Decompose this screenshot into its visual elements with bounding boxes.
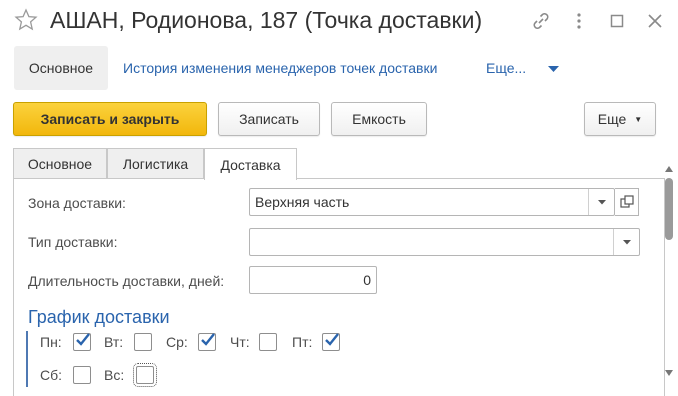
section-nav: Основное История изменения менеджеров то… <box>0 46 678 90</box>
day-label-sat: Сб: <box>40 367 63 383</box>
zone-field[interactable]: Верхняя часть <box>249 188 615 216</box>
more-button[interactable]: Еще ▼ <box>584 102 656 136</box>
day-label-wed: Ср: <box>166 334 188 350</box>
checkbox-sun[interactable] <box>133 363 157 387</box>
tab-logistics[interactable]: Логистика <box>107 148 204 179</box>
history-link[interactable]: История изменения менеджеров точек доста… <box>123 60 437 76</box>
type-dropdown-icon[interactable] <box>613 229 639 255</box>
favorite-star-icon[interactable] <box>14 8 38 32</box>
scrollbar-thumb[interactable] <box>665 178 673 240</box>
more-button-label: Еще <box>597 111 627 127</box>
day-label-sun: Вс: <box>104 367 125 383</box>
schedule-group-bar <box>26 331 28 387</box>
vertical-scrollbar[interactable] <box>662 166 676 396</box>
open-icon[interactable] <box>615 188 639 216</box>
checkbox-thu[interactable] <box>259 333 277 351</box>
duration-value: 0 <box>363 272 371 288</box>
window-title: АШАН, Родионова, 187 (Точка доставки) <box>50 7 483 33</box>
duration-label: Длительность доставки, дней: <box>28 273 225 289</box>
caret-down-icon[interactable] <box>548 66 559 73</box>
day-label-mon: Пн: <box>40 334 62 350</box>
title-bar: АШАН, Родионова, 187 (Точка доставки) <box>0 0 678 44</box>
command-bar: Записать и закрыть Записать Емкость Еще … <box>0 102 678 138</box>
close-icon[interactable] <box>644 10 666 32</box>
duration-field[interactable]: 0 <box>249 266 377 294</box>
nav-main[interactable]: Основное <box>14 46 108 90</box>
zone-dropdown-icon[interactable] <box>588 189 614 215</box>
type-field[interactable] <box>249 228 640 256</box>
checkbox-sat[interactable] <box>73 366 91 384</box>
checkbox-tue[interactable] <box>134 333 152 351</box>
caret-down-icon: ▼ <box>634 114 643 124</box>
schedule-title: График доставки <box>28 307 170 327</box>
scroll-up-icon[interactable] <box>665 166 673 172</box>
type-label: Тип доставки: <box>28 234 118 250</box>
day-label-thu: Чт: <box>230 334 250 350</box>
checkbox-mon[interactable] <box>73 333 91 351</box>
day-label-tue: Вт: <box>104 334 124 350</box>
scroll-down-icon[interactable] <box>665 370 673 376</box>
checkbox-fri[interactable] <box>322 333 340 351</box>
tab-main[interactable]: Основное <box>13 148 107 179</box>
zone-value: Верхняя часть <box>255 194 350 210</box>
maximize-icon[interactable] <box>606 10 628 32</box>
tab-delivery[interactable]: Доставка <box>204 148 297 180</box>
save-and-close-button[interactable]: Записать и закрыть <box>13 102 207 136</box>
day-label-fri: Пт: <box>292 334 313 350</box>
checkbox-wed[interactable] <box>198 333 216 351</box>
zone-label: Зона доставки: <box>28 195 126 211</box>
nav-more-link[interactable]: Еще... <box>486 60 526 76</box>
link-icon[interactable] <box>530 10 552 32</box>
more-actions-icon[interactable] <box>568 10 590 32</box>
capacity-button[interactable]: Емкость <box>331 102 427 136</box>
save-button[interactable]: Записать <box>218 102 320 136</box>
